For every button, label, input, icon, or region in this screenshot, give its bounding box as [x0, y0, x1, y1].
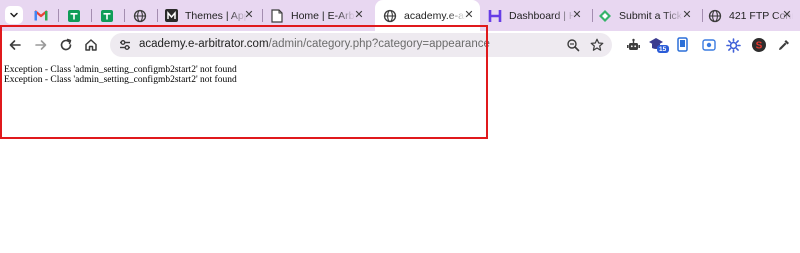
- globe-icon: [383, 9, 397, 23]
- extension-robot-icon[interactable]: [624, 36, 642, 54]
- zoom-icon[interactable]: [565, 37, 581, 53]
- tab-title: Dashboard | Ho: [509, 9, 575, 22]
- sheets-icon: [67, 9, 81, 23]
- extension-cap-icon[interactable]: 15: [648, 36, 670, 54]
- document-icon: [270, 8, 284, 23]
- chevron-down-icon: [10, 12, 18, 18]
- tab-title: Themes | Appe: [185, 9, 247, 22]
- highlight-annotation: [0, 25, 488, 139]
- gmail-icon: [34, 9, 48, 23]
- bookmark-star-icon[interactable]: [589, 37, 605, 53]
- tab-dashboard[interactable]: Dashboard | Ho ✕: [488, 0, 588, 31]
- globe-icon: [133, 9, 147, 23]
- close-tab-icon[interactable]: ✕: [680, 8, 694, 22]
- close-tab-icon[interactable]: ✕: [242, 8, 256, 22]
- tab-title: Submit a Ticket: [619, 9, 683, 22]
- close-tab-icon[interactable]: ✕: [570, 8, 584, 22]
- eyedropper-icon[interactable]: [775, 36, 793, 54]
- extension-badge: 15: [659, 46, 667, 53]
- tab-search-button[interactable]: [5, 6, 23, 24]
- hostinger-icon: [488, 9, 502, 23]
- extension-s-logo-icon[interactable]: S: [750, 36, 768, 54]
- tab-title: Home | E-Arbitr: [291, 9, 355, 22]
- close-tab-icon[interactable]: ✕: [780, 8, 794, 22]
- tab-submit-ticket[interactable]: Submit a Ticket ✕: [598, 0, 698, 31]
- globe-icon: [708, 9, 722, 23]
- svg-text:S: S: [756, 41, 763, 52]
- tab-title: academy.e-arbi: [404, 9, 466, 22]
- close-tab-icon[interactable]: ✕: [462, 8, 476, 22]
- diamond-icon: [598, 9, 612, 23]
- close-tab-icon[interactable]: ✕: [352, 8, 366, 22]
- sheets-icon: [100, 9, 114, 23]
- extension-tablet-icon[interactable]: [674, 36, 692, 54]
- extension-gear-icon[interactable]: [724, 36, 742, 54]
- tab-ftp[interactable]: 421 FTP Conne ✕: [708, 0, 800, 31]
- extension-record-icon[interactable]: [700, 36, 718, 54]
- m-logo-icon: [164, 9, 178, 23]
